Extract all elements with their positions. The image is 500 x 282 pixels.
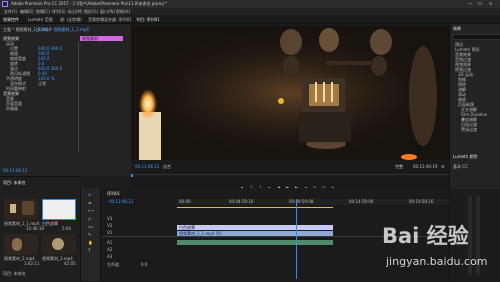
lumetri-color-header[interactable]: Lumetri 颜色 bbox=[453, 154, 478, 159]
fit-dropdown[interactable]: 适合 bbox=[163, 164, 171, 169]
clip-duration: 5:00 bbox=[62, 226, 71, 231]
track-label[interactable]: V1 bbox=[107, 230, 112, 235]
tab-program[interactable]: 节目: 序列01 bbox=[136, 17, 160, 22]
type-tool-icon[interactable]: T bbox=[88, 248, 90, 253]
timeline-timecode[interactable]: 00:11:06:12 bbox=[109, 199, 133, 204]
menu-item-edit[interactable]: 编辑(E) bbox=[20, 9, 34, 14]
audio-clip[interactable] bbox=[177, 240, 333, 245]
clip-name: 白色遮罩 bbox=[42, 221, 58, 226]
effect-controls-timecode[interactable]: 00:11:06:12 bbox=[3, 168, 27, 173]
hand-tool-icon[interactable]: ✋ bbox=[88, 240, 93, 245]
quality-dropdown[interactable]: 完整 bbox=[395, 164, 403, 169]
keyframe-divider bbox=[78, 42, 79, 152]
tools-panel: ➤ ⇉ ⟷ ◇ ⟺ ✎ ✋ T bbox=[80, 188, 101, 281]
effect-controls-panel: 主要 * 视频素材_1_1.mp4 序列01 * 视频素材_1_1.mp4 视频… bbox=[0, 24, 132, 176]
ruler-label: 00:09:59:08 bbox=[289, 199, 314, 204]
menu-item-marker[interactable]: 标记(M) bbox=[68, 9, 83, 14]
project-panel-header[interactable]: 项目: 未命名 bbox=[3, 180, 26, 185]
razor-tool-icon[interactable]: ◇ bbox=[88, 216, 91, 221]
clip-bar[interactable]: 视频素材 bbox=[80, 36, 123, 41]
value-blend-mode[interactable]: 正常 bbox=[38, 81, 76, 86]
track-label[interactable]: A2 bbox=[107, 247, 112, 252]
panel-tab-strip: 效果控件 Lumetri 范围 源: (无剪辑) 音频剪辑混合器: 序列01 节… bbox=[0, 15, 500, 24]
settings-icon[interactable]: ⚙ bbox=[441, 164, 445, 169]
minimize-button[interactable]: — bbox=[468, 1, 472, 6]
track-select-tool-icon[interactable]: ⇉ bbox=[88, 200, 91, 205]
project-footer: 项目: 未命名 bbox=[3, 271, 26, 276]
scrubber-bar[interactable] bbox=[131, 174, 449, 175]
thumbnail-shrine bbox=[22, 201, 34, 215]
master-volume-value[interactable]: 0.0 bbox=[141, 262, 147, 267]
menu-item-window[interactable]: 窗口(W) bbox=[100, 9, 115, 14]
clip-duration: 15:46:19 bbox=[26, 226, 44, 231]
project-panel: 项目: 未命名 视频素材_1_1.mp4 15:46:19 白色遮罩 5:00 … bbox=[0, 176, 80, 282]
ruler-label: 00:04:59:16 bbox=[229, 199, 254, 204]
track-headers: V3 V2 V1 A1 A2 A3 主声道 0.0 bbox=[101, 216, 177, 276]
tab-effect-controls[interactable]: 效果控件 bbox=[3, 17, 19, 22]
work-area-bar[interactable] bbox=[177, 207, 333, 208]
track-label[interactable]: A1 bbox=[107, 240, 112, 245]
window-title: Adobe Premiere Pro CC 2017 - C:\用户\Adobe… bbox=[11, 1, 167, 6]
maximize-button[interactable]: ☐ bbox=[478, 1, 482, 6]
ripple-edit-tool-icon[interactable]: ⟷ bbox=[88, 208, 94, 213]
track-label: 主声道 bbox=[107, 262, 119, 267]
ruler-label: 00:14:59:00 bbox=[349, 199, 374, 204]
clip-label: 视频素材_1_1.mp4 [V] bbox=[179, 231, 222, 236]
watermark-url: jingyan.baidu.com bbox=[386, 255, 488, 268]
clip-duration: 1:02:11 bbox=[24, 261, 40, 266]
track-label[interactable]: A3 bbox=[107, 254, 112, 259]
thumbnail-candle bbox=[10, 204, 16, 213]
tab-source[interactable]: 源: (无剪辑) bbox=[60, 17, 82, 22]
program-timecode[interactable]: 00:11:06:12 bbox=[135, 164, 159, 169]
clip-thumbnail[interactable] bbox=[4, 199, 38, 220]
clip-thumbnail[interactable] bbox=[4, 234, 38, 255]
program-video-frame bbox=[131, 26, 449, 160]
tab-audio-clip-mixer[interactable]: 音频剪辑混合器: 序列01 bbox=[88, 17, 132, 22]
track-label[interactable]: V3 bbox=[107, 216, 112, 221]
video-clip[interactable]: 视频素材_1_1.mp4 [V] bbox=[177, 231, 333, 236]
clip-duration: 42:05 bbox=[64, 261, 76, 266]
watermark-logo: Bai 经验 bbox=[382, 224, 469, 248]
tab-lumetri-scopes[interactable]: Lumetri 范围 bbox=[28, 17, 53, 22]
program-duration: 00:15:46:19 bbox=[413, 164, 438, 169]
thumbnail-figure bbox=[12, 238, 22, 251]
clip-bar-label: 视频素材 bbox=[82, 36, 98, 41]
timeline-tab[interactable]: 序列01 bbox=[107, 191, 120, 196]
time-ruler[interactable]: 00:00 00:04:59:16 00:09:59:08 00:14:59:0… bbox=[177, 199, 450, 205]
menu-item-file[interactable]: 文件(F) bbox=[4, 9, 17, 14]
lumetri-basic-section[interactable]: 基本 CC bbox=[453, 164, 468, 169]
effect-values: 640.0 360.0 100.0 100.0 0.0 640.0 360.0 … bbox=[38, 46, 76, 86]
clip-thumbnail[interactable] bbox=[42, 199, 76, 220]
close-button[interactable]: ✕ bbox=[489, 1, 492, 6]
clip-label: 白色遮罩 bbox=[179, 225, 195, 230]
clip-thumbnail[interactable] bbox=[42, 234, 76, 255]
watermark: Bai 经验 jingyan.baidu.com bbox=[382, 224, 494, 274]
slip-tool-icon[interactable]: ⟺ bbox=[88, 224, 94, 229]
sequence-clip-label[interactable]: 序列01 * 视频素材_1_1.mp4 bbox=[36, 27, 89, 32]
menu-item-clip[interactable]: 剪辑(C) bbox=[36, 9, 50, 14]
ruler-label: 00:00 bbox=[179, 199, 191, 204]
white-matte-clip[interactable]: 白色遮罩 bbox=[177, 225, 333, 230]
program-monitor: 00:11:06:12 适合 完整 00:15:46:19 ⚙ ▾ { } ⇤ … bbox=[131, 24, 449, 194]
menu-item-sequence[interactable]: 序列(S) bbox=[52, 9, 66, 14]
premiere-logo-icon bbox=[2, 1, 8, 7]
menu-item-graphics[interactable]: 图形(G) bbox=[84, 9, 98, 14]
effects-search-input[interactable] bbox=[453, 34, 500, 40]
menu-item-help[interactable]: 帮助(H) bbox=[116, 9, 130, 14]
effects-panel: 效果 预设 Lumetri 预设 音频效果 音频过渡 视频效果 视频过渡 3D … bbox=[449, 24, 500, 189]
effects-item[interactable]: 黑场过渡 bbox=[455, 127, 499, 132]
title-bar: Adobe Premiere Pro CC 2017 - C:\用户\Adobe… bbox=[0, 0, 500, 8]
effects-tree: 预设 Lumetri 预设 音频效果 音频过渡 视频效果 视频过渡 3D 运动 … bbox=[455, 42, 499, 132]
track-label[interactable]: V2 bbox=[107, 223, 112, 228]
ruler-label: 00:19:58:16 bbox=[409, 199, 434, 204]
effect-row[interactable]: 声像器 bbox=[3, 106, 73, 111]
effects-panel-header[interactable]: 效果 bbox=[453, 26, 461, 31]
selection-tool-icon[interactable]: ➤ bbox=[88, 192, 91, 197]
timeline-playhead[interactable] bbox=[296, 199, 297, 279]
thumbnail-gong bbox=[52, 238, 64, 250]
pen-tool-icon[interactable]: ✎ bbox=[88, 232, 91, 237]
playhead-marker[interactable] bbox=[131, 174, 133, 177]
menu-bar: 文件(F) 编辑(E) 剪辑(C) 序列(S) 标记(M) 图形(G) 窗口(W… bbox=[0, 8, 500, 15]
